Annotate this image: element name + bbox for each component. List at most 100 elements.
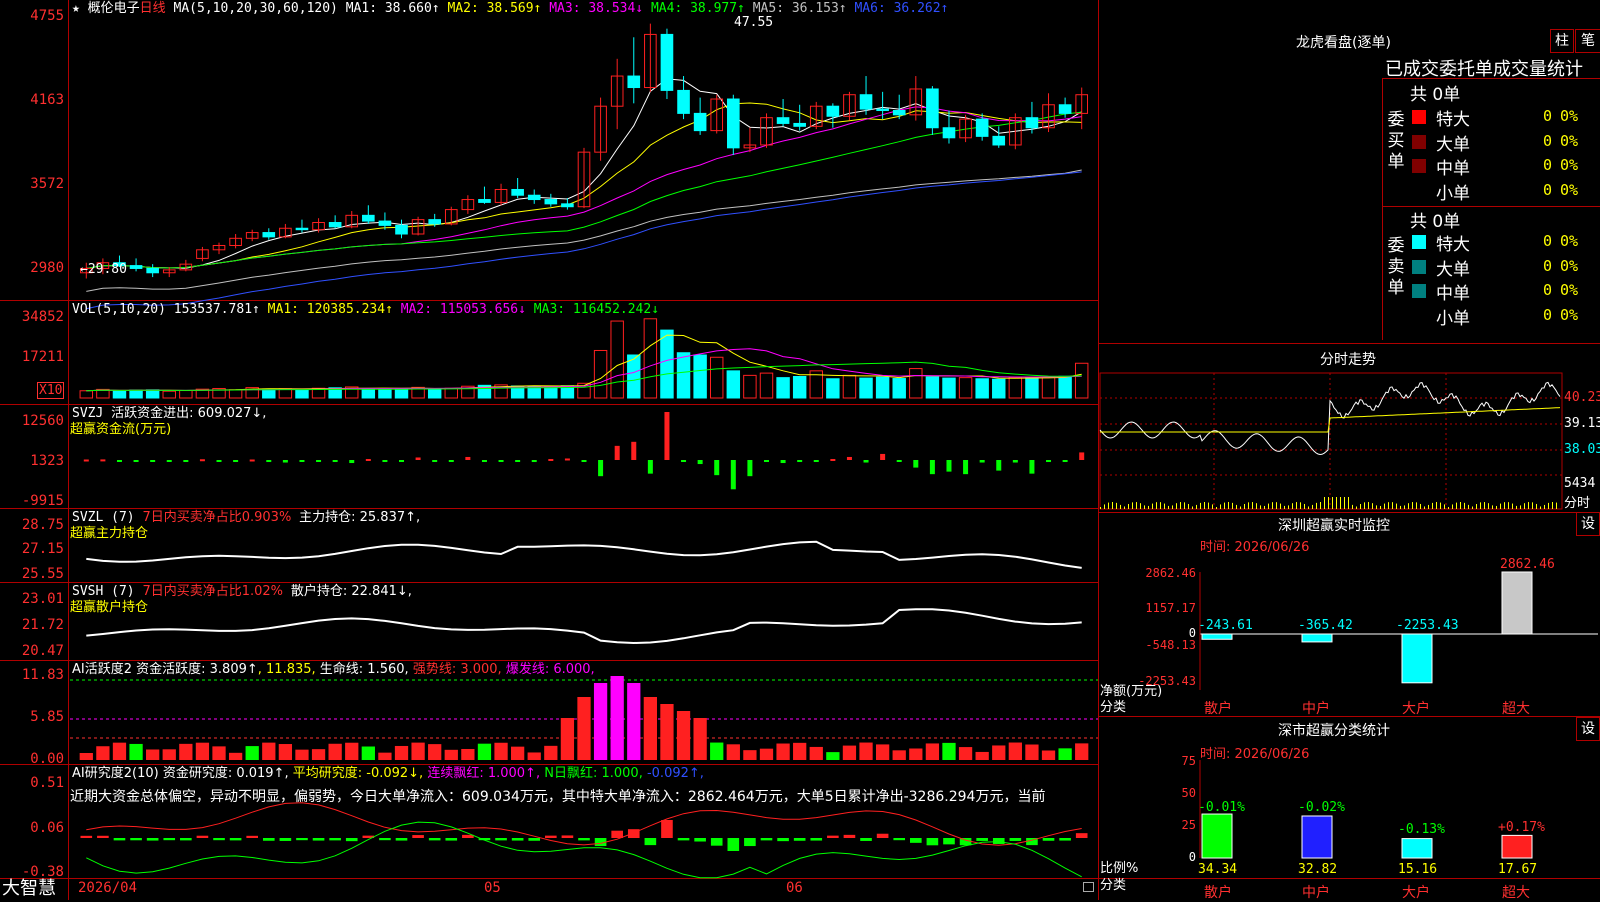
sz-class-cat: 中户 (1302, 885, 1330, 901)
svzl-tick: 28.75 (21, 517, 64, 533)
intraday-vol-bar (1252, 502, 1253, 509)
intraday-vol-bar (1360, 503, 1361, 509)
svzl-tick: 25.55 (21, 566, 64, 582)
stock-name[interactable]: 概伦电子 (88, 1, 140, 16)
research-bar (727, 838, 740, 851)
intraday-vol-bar (1180, 502, 1181, 509)
activity-bar (245, 746, 259, 760)
intraday-vol-bar (1540, 506, 1541, 509)
sell-total: 共 0单 (1410, 212, 1461, 232)
sz-monitor-time: 时间: 2026/06/26 (1200, 540, 1310, 555)
order-count: 0 (1542, 107, 1552, 125)
research-bar (262, 838, 275, 841)
vol-ma3: MA3: 116452.242↓ (533, 302, 660, 317)
flow-bar (498, 460, 504, 462)
candle-body (876, 108, 889, 112)
class-bar (1201, 813, 1233, 859)
flow-bar (631, 441, 637, 460)
activity-bar (726, 744, 740, 760)
sz-class-settings-button[interactable]: 设 (1576, 717, 1600, 741)
order-percent: 0% (1560, 232, 1579, 250)
candle-body (892, 110, 906, 116)
sz-monitor-cat: 散户 (1204, 701, 1232, 717)
activity-bar (378, 752, 392, 760)
bar-view-button[interactable]: 柱 (1550, 29, 1574, 53)
intraday-vol-bar (1256, 503, 1257, 509)
research-bar (644, 838, 657, 846)
intraday-vol-bar (1456, 502, 1457, 509)
activity-bar (793, 742, 807, 760)
volume-bar (427, 388, 442, 399)
sz-monitor-tick: 2862.46 (1145, 566, 1196, 580)
activity-bar (859, 742, 873, 760)
activity-bar (577, 697, 591, 760)
sz-monitor-settings-button[interactable]: 设 (1576, 512, 1600, 536)
volume-bar (295, 388, 309, 399)
intraday-vol-bar (1168, 505, 1169, 509)
intraday-vol-bar (1264, 505, 1265, 509)
research-bar (113, 838, 126, 841)
flow-bar (183, 460, 189, 462)
flow-bar (349, 460, 355, 464)
candle-body (295, 227, 309, 231)
flow-bar (481, 460, 487, 462)
activity-bar (228, 752, 243, 760)
ai2-summary: 近期大资金总体偏空，异动不明显，偏弱势，今日大单净流入：609.034万元，其中… (70, 789, 1046, 805)
research-bar (80, 835, 93, 838)
activity-bar (195, 742, 210, 760)
research-bar (1009, 838, 1022, 841)
activity-bar (345, 742, 359, 760)
order-count: 0 (1542, 232, 1552, 250)
candle-body (378, 220, 392, 226)
research-bar (146, 838, 159, 841)
intraday-vol-bar (1272, 502, 1273, 509)
order-color-swatch (1412, 235, 1426, 249)
research-bar (793, 838, 806, 841)
ai2-tick: 0.51 (30, 775, 64, 791)
intraday-vol-bar (1288, 505, 1289, 509)
intraday-vol-bar (1144, 505, 1145, 509)
activity-bar (1025, 744, 1039, 760)
retail-holding-line (86, 608, 1082, 645)
activity-bar (146, 749, 160, 760)
intraday-vol-bar (1188, 503, 1189, 509)
sz-class-change: -0.01% (1198, 800, 1245, 815)
flow-bar (963, 460, 969, 475)
research-bar (130, 838, 142, 841)
activity-bar (411, 742, 425, 760)
ma1-value: MA1: 38.660↑ (345, 1, 440, 16)
favorite-star-icon[interactable]: ★ (72, 1, 80, 16)
activity-bar (809, 746, 823, 760)
research-bar (760, 838, 773, 841)
volume-bar (909, 368, 923, 399)
intraday-vol-bar (1536, 503, 1537, 509)
flow-bar (880, 453, 886, 460)
volume-bar (826, 378, 840, 399)
volume-bar (627, 354, 641, 399)
tick-view-button[interactable]: 笔 (1575, 29, 1600, 53)
intraday-vol-bar (1372, 503, 1373, 509)
svsh-tick: 21.72 (21, 617, 64, 633)
svsh-holding: 散户持仓: 22.841↓, (290, 584, 412, 599)
research-bar (180, 838, 192, 841)
lock-icon[interactable] (1083, 882, 1094, 892)
research-bar (213, 838, 225, 841)
research-bar (97, 835, 109, 838)
research-bar (777, 838, 789, 842)
intraday-vol-bar (1552, 502, 1553, 509)
ai2-header: AI研究度2(10) 资金研究度: 0.019↑, 平均研究度: -0.092↓… (72, 766, 704, 782)
volume-bar (129, 389, 143, 399)
flow-bar (747, 460, 753, 477)
intraday-vol-bar (1332, 497, 1333, 509)
intraday-vol-bar (1432, 502, 1433, 509)
intraday-vol-bar (1176, 503, 1177, 509)
period-label[interactable]: 日线 (140, 1, 166, 16)
activity-bar (643, 697, 657, 760)
activity-bar (759, 748, 774, 760)
candle-body (793, 122, 806, 127)
ma5-value: MA5: 36.153↑ (752, 1, 847, 16)
activity-bar (660, 704, 674, 760)
activity-bar (1008, 742, 1022, 760)
activity-bar (162, 749, 176, 760)
activity-bar (925, 743, 940, 760)
